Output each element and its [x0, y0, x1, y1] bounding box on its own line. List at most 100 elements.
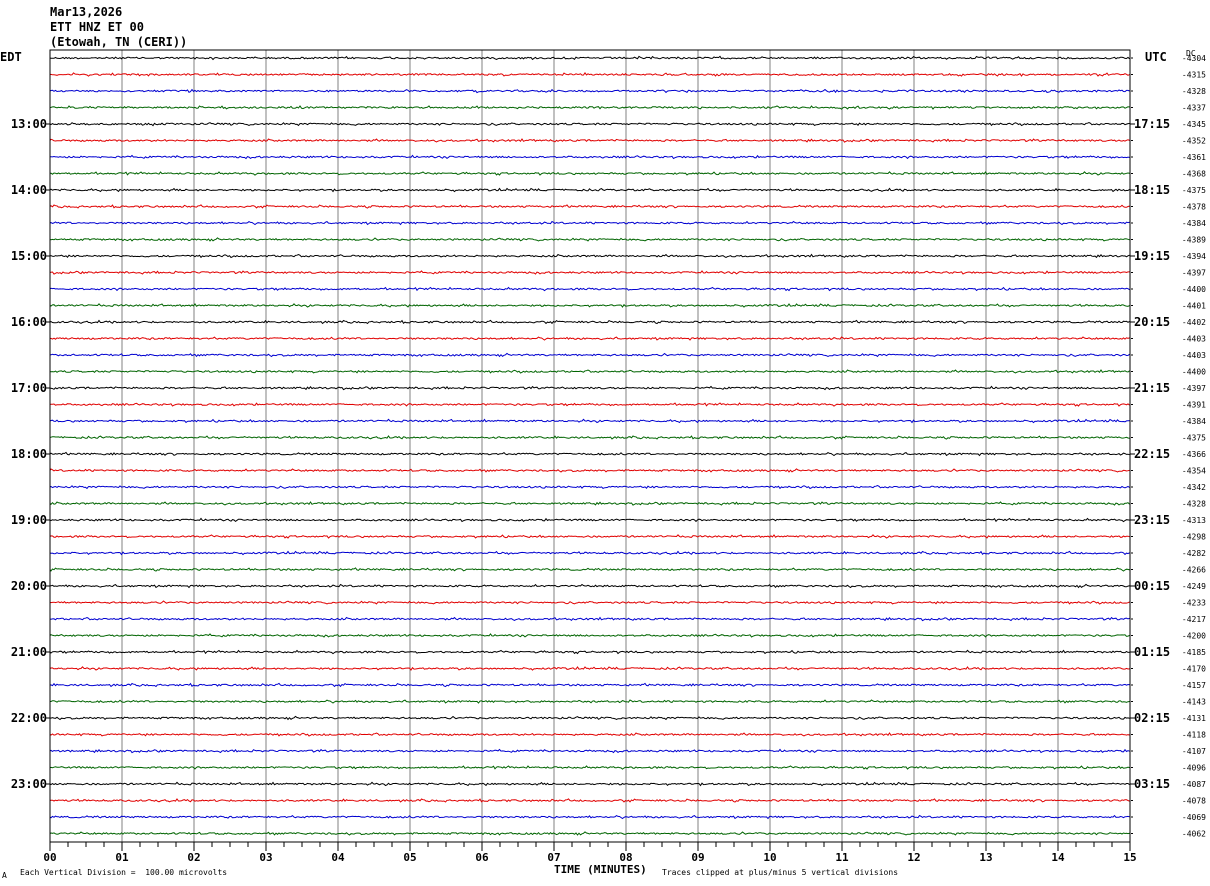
dc-offset-label: -4143	[1182, 698, 1206, 707]
dc-offset-label: -4185	[1182, 648, 1206, 657]
utc-hour-label: 00:15	[1134, 579, 1170, 593]
trace-30	[49, 550, 1130, 556]
x-tick-label: 03	[259, 851, 272, 864]
dc-offset-label: -4217	[1182, 615, 1206, 624]
utc-hour-label: 03:15	[1134, 777, 1170, 791]
utc-hour-label: 20:15	[1134, 315, 1170, 329]
trace-4	[49, 121, 1130, 127]
utc-hour-labels: 17:15 18:15 19:15 20:15 21:15 22:15 23:15 00:15…	[1130, 117, 1170, 791]
x-tick-label: 09	[691, 851, 704, 864]
edt-hour-label: 17:00	[11, 381, 47, 395]
x-tick-label: 02	[187, 851, 200, 864]
edt-hour-label: 13:00	[11, 117, 47, 131]
trace-17	[49, 336, 1130, 341]
dc-offset-label: -4375	[1182, 434, 1206, 443]
trace-43	[49, 765, 1130, 770]
trace-41	[49, 732, 1130, 737]
trace-14	[49, 286, 1130, 292]
trace-36	[49, 649, 1130, 655]
trace-37	[49, 666, 1130, 671]
dc-offset-label: -4345	[1182, 120, 1206, 129]
trace-32	[49, 583, 1130, 589]
trace-1	[49, 72, 1130, 77]
dc-offset-label: -4069	[1182, 813, 1206, 822]
trace-45	[49, 798, 1130, 803]
dc-offset-label: -4062	[1182, 830, 1206, 839]
dc-offset-label: -4157	[1182, 681, 1206, 690]
clip-note: Traces clipped at plus/minus 5 vertical …	[662, 868, 899, 877]
edt-hour-label: 21:00	[11, 645, 47, 659]
dc-offset-label: -4337	[1182, 104, 1206, 113]
x-tick-label: 05	[403, 851, 416, 864]
trace-23	[49, 435, 1130, 440]
scale-note: Each Vertical Division = 100.00 microvol…	[20, 868, 228, 877]
edt-hour-label: 16:00	[11, 315, 47, 329]
trace-19	[49, 369, 1130, 374]
header-channel: ETT HNZ ET 00	[50, 20, 144, 34]
x-tick-label: 00	[43, 851, 56, 864]
dc-offset-label: -4403	[1182, 351, 1206, 360]
dc-offset-label: -4249	[1182, 582, 1206, 591]
header-location: (Etowah, TN (CERI))	[50, 35, 188, 49]
x-tick-label: 10	[763, 851, 776, 864]
trace-28	[49, 517, 1130, 523]
trace-8	[49, 187, 1130, 193]
trace-35	[49, 633, 1130, 638]
trace-42	[49, 748, 1130, 754]
dc-column-label: DC	[1186, 49, 1196, 58]
edt-hour-label: 20:00	[11, 579, 47, 593]
x-tick-label: 11	[835, 851, 849, 864]
trace-31	[49, 567, 1130, 572]
x-tick-label: 12	[907, 851, 920, 864]
utc-hour-label: 01:15	[1134, 645, 1170, 659]
trace-9	[49, 204, 1130, 209]
dc-offset-label: -4233	[1182, 599, 1206, 608]
trace-2	[49, 88, 1130, 94]
dc-offset-label: -4403	[1182, 335, 1206, 344]
dc-offset-label: -4400	[1182, 285, 1206, 294]
trace-40	[49, 715, 1130, 721]
dc-offset-label: -4401	[1182, 302, 1206, 311]
x-tick-label: 01	[115, 851, 129, 864]
utc-hour-label: 22:15	[1134, 447, 1170, 461]
dc-offset-label: -4118	[1182, 731, 1206, 740]
trace-21	[49, 402, 1130, 407]
trace-44	[49, 781, 1130, 787]
dc-offset-label: -4391	[1182, 401, 1206, 410]
edt-hour-label: 23:00	[11, 777, 47, 791]
utc-hour-label: 17:15	[1134, 117, 1170, 131]
dc-offset-label: -4361	[1182, 153, 1206, 162]
dc-offset-label: -4378	[1182, 203, 1206, 212]
trace-0	[49, 55, 1130, 61]
utc-hour-label: 23:15	[1134, 513, 1170, 527]
trace-5	[49, 138, 1130, 143]
dc-offset-label: -4170	[1182, 665, 1206, 674]
x-axis-title: TIME (MINUTES)	[554, 863, 647, 876]
trace-15	[49, 303, 1130, 308]
x-tick-label: 13	[979, 851, 992, 864]
utc-hour-label: 02:15	[1134, 711, 1170, 725]
right-timezone-label: UTC	[1145, 50, 1167, 64]
dc-offset-label: -4313	[1182, 516, 1206, 525]
trace-6	[49, 154, 1130, 160]
trace-27	[49, 501, 1130, 506]
edt-hour-label: 18:00	[11, 447, 47, 461]
dc-offset-label: -4354	[1182, 467, 1206, 476]
edt-hour-labels: 13:00 14:00 15:00 16:00 17:00 18:00 19:00 20:00…	[11, 117, 50, 791]
dc-offset-label: -4107	[1182, 747, 1206, 756]
utc-hour-label: 19:15	[1134, 249, 1170, 263]
minute-grid	[121, 50, 1059, 842]
trace-26	[49, 484, 1130, 490]
utc-hour-label: 21:15	[1134, 381, 1170, 395]
dc-offset-label: -4352	[1182, 137, 1206, 146]
dc-offset-label: -4366	[1182, 450, 1206, 459]
dc-offset-label: -4397	[1182, 269, 1206, 278]
trace-10	[49, 220, 1130, 226]
x-tick-label: 04	[331, 851, 345, 864]
trace-22	[49, 418, 1130, 424]
plot-frame	[49, 49, 1131, 843]
dc-offset-label: -4328	[1182, 87, 1206, 96]
dc-offset-label: -4282	[1182, 549, 1206, 558]
trace-34	[49, 616, 1130, 622]
trace-33	[49, 600, 1130, 605]
